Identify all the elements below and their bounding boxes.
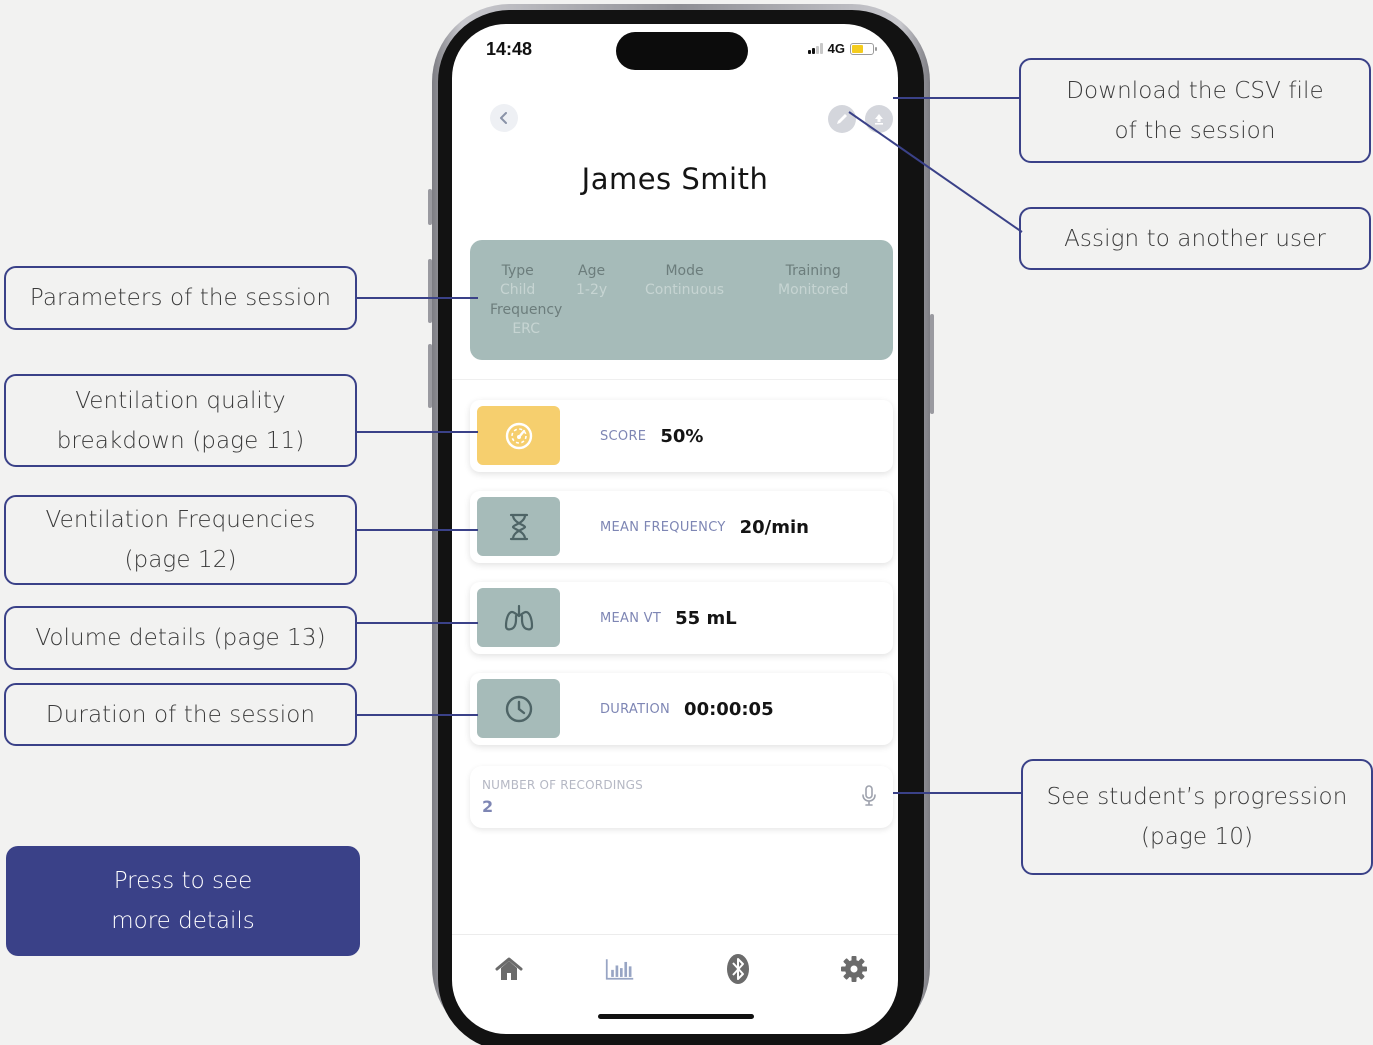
- battery-icon: [850, 42, 877, 55]
- lungs-icon: [504, 604, 533, 630]
- callout-quality-text: Ventilation quality breakdown (page 11): [56, 387, 305, 454]
- chevron-left-icon: [500, 112, 507, 124]
- more-details-label: Press to see more details: [111, 868, 255, 934]
- param-age-label: Age: [578, 263, 606, 279]
- speedometer-icon: [505, 422, 532, 449]
- mean-frequency-card[interactable]: MEAN FREQUENCY 20/min: [470, 491, 893, 563]
- status-time: 14:48: [486, 39, 533, 59]
- param-training-value: Monitored: [778, 282, 849, 298]
- mean-vt-value: 55 mL: [675, 607, 737, 629]
- param-frequency: Frequency ERC: [490, 301, 562, 339]
- phone-mockup: 14:48 4G James Smith Type Child Age 1-2y…: [428, 4, 934, 1045]
- score-card[interactable]: SCORE 50%: [470, 400, 893, 472]
- phone-volume-up: [428, 259, 432, 323]
- signal-icon: [807, 43, 823, 54]
- callout-frequencies: Ventilation Frequencies (page 12): [4, 495, 357, 585]
- param-frequency-label: Frequency: [490, 302, 563, 318]
- callout-quality: Ventilation quality breakdown (page 11): [4, 374, 357, 467]
- callout-assign: Assign to another user: [1019, 207, 1371, 270]
- callout-duration-text: Duration of the session: [45, 701, 316, 728]
- param-mode: Mode Continuous: [645, 262, 724, 300]
- callout-parameters: Parameters of the session: [4, 266, 357, 330]
- phone-silent-switch: [428, 189, 432, 225]
- hourglass-icon: [509, 513, 528, 540]
- status-indicators: 4G: [807, 41, 877, 56]
- mean-vt-card[interactable]: MEAN VT 55 mL: [470, 582, 893, 654]
- duration-value: 00:00:05: [684, 698, 774, 720]
- home-indicator: [598, 1014, 754, 1019]
- more-details-button[interactable]: Press to see more details: [6, 846, 360, 956]
- param-mode-value: Continuous: [645, 282, 725, 298]
- mean-frequency-label: MEAN FREQUENCY: [600, 519, 726, 535]
- score-value: 50%: [660, 425, 704, 447]
- param-training-label: Training: [785, 263, 841, 279]
- callout-progression: See student’s progression (page 10): [1021, 759, 1373, 875]
- score-icon-box: [477, 406, 560, 465]
- param-mode-label: Mode: [665, 263, 704, 279]
- gear-icon: [841, 956, 867, 982]
- home-icon: [495, 957, 523, 980]
- callout-duration: Duration of the session: [4, 683, 357, 746]
- param-type: Type Child: [500, 262, 535, 300]
- volume-icon-box: [477, 588, 560, 647]
- recordings-label: NUMBER OF RECORDINGS: [482, 778, 643, 792]
- divider: [452, 379, 898, 380]
- callout-volume: Volume details (page 13): [4, 606, 357, 670]
- param-type-value: Child: [500, 282, 536, 298]
- assign-user-button[interactable]: [828, 105, 856, 133]
- duration-card[interactable]: DURATION 00:00:05: [470, 673, 893, 745]
- param-type-label: Type: [501, 263, 534, 279]
- callout-progression-text: See student’s progression (page 10): [1046, 784, 1348, 850]
- download-csv-button[interactable]: [865, 105, 893, 133]
- upload-arrow-icon: [875, 114, 883, 125]
- bar-chart-icon: [605, 959, 634, 980]
- nav-settings[interactable]: [839, 954, 869, 984]
- dynamic-island: [616, 32, 748, 70]
- param-age: Age 1-2y: [576, 262, 607, 300]
- callout-parameters-text: Parameters of the session: [29, 285, 332, 311]
- frequency-icon-box: [477, 497, 560, 556]
- recordings-value: 2: [482, 797, 494, 816]
- callout-download: Download the CSV file of the session: [1019, 58, 1371, 163]
- duration-label: DURATION: [600, 701, 671, 717]
- callout-volume-text: Volume details (page 13): [35, 625, 326, 651]
- callout-frequencies-text: Ventilation Frequencies (page 12): [45, 507, 316, 573]
- bluetooth-icon: [727, 954, 749, 984]
- param-training: Training Monitored: [778, 262, 848, 300]
- clock-icon: [505, 695, 532, 722]
- pencil-icon: [837, 114, 847, 124]
- network-label: 4G: [827, 41, 845, 56]
- param-age-value: 1-2y: [576, 282, 608, 298]
- mean-vt-label: MEAN VT: [600, 610, 662, 626]
- back-button[interactable]: [490, 104, 518, 132]
- param-frequency-value: ERC: [512, 321, 540, 337]
- nav-statistics[interactable]: [605, 954, 635, 984]
- score-label: SCORE: [600, 428, 647, 444]
- app-screen: 14:48 4G James Smith Type Child Age 1-2y…: [452, 24, 898, 1034]
- callout-assign-text: Assign to another user: [1064, 225, 1326, 252]
- student-name: James Smith: [581, 162, 769, 196]
- nav-divider: [452, 934, 898, 935]
- nav-bluetooth[interactable]: [723, 954, 753, 984]
- callout-download-text: Download the CSV file of the session: [1066, 77, 1324, 144]
- duration-icon-box: [477, 679, 560, 738]
- phone-volume-down: [428, 344, 432, 408]
- session-parameters-panel: Type Child Age 1-2y Mode Continuous Trai…: [470, 240, 893, 360]
- phone-power-button: [930, 314, 934, 414]
- mean-frequency-value: 20/min: [739, 516, 809, 538]
- nav-home[interactable]: [494, 954, 524, 984]
- microphone-icon[interactable]: [861, 784, 877, 808]
- recordings-field[interactable]: NUMBER OF RECORDINGS 2: [470, 766, 893, 828]
